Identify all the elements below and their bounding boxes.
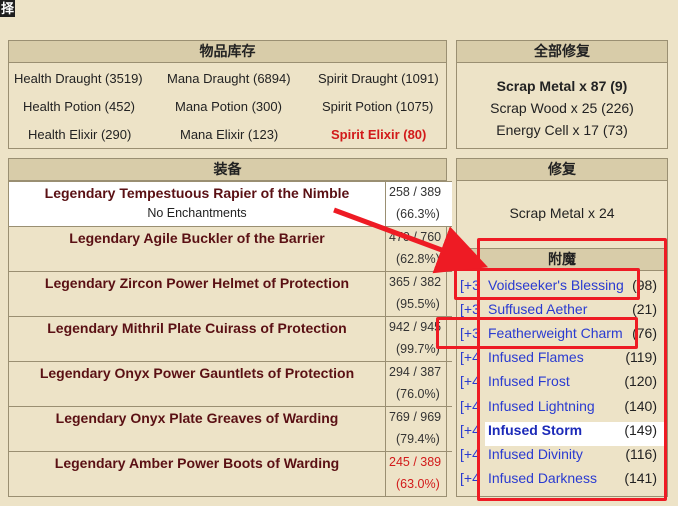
- equipment-name: Legendary Onyx Power Gauntlets of Protec…: [39, 365, 355, 381]
- equipment-percent: (76.0%): [396, 387, 440, 401]
- equipment-durability: 942 / 945: [389, 320, 442, 334]
- equipment-durability: 245 / 389: [389, 455, 442, 469]
- inventory-item[interactable]: Mana Elixir (123): [180, 127, 278, 142]
- repair-all-panel: 全部修复 Scrap Metal x 87 (9) Scrap Wood x 2…: [456, 40, 668, 149]
- equipment-name: Legendary Zircon Power Helmet of Protect…: [44, 275, 350, 291]
- annotation-box: [454, 268, 640, 300]
- equipment-name: Legendary Mithril Plate Cuirass of Prote…: [47, 320, 347, 336]
- equipment-percent: (79.4%): [396, 432, 440, 446]
- equipment-row[interactable]: Legendary Tempestuous Rapier of the Nimb…: [9, 181, 452, 226]
- equipment-title: 装备: [9, 159, 446, 181]
- equipment-name: Legendary Tempestuous Rapier of the Nimb…: [44, 185, 350, 201]
- equipment-durability: 470 / 760: [389, 230, 442, 244]
- equipment-enchant-status: No Enchantments: [147, 206, 247, 220]
- inventory-item[interactable]: Spirit Draught (1091): [318, 71, 439, 86]
- equipment-percent: (66.3%): [396, 207, 440, 221]
- repair-all-item[interactable]: Scrap Wood x 25 (226): [457, 100, 667, 116]
- inventory-item[interactable]: Spirit Potion (1075): [322, 99, 433, 114]
- repair-title: 修复: [457, 159, 667, 181]
- equipment-percent: (99.7%): [396, 342, 440, 356]
- equipment-row[interactable]: Legendary Onyx Plate Greaves of Warding …: [9, 406, 452, 451]
- equipment-durability: 294 / 387: [389, 365, 442, 379]
- inventory-item[interactable]: Mana Potion (300): [175, 99, 282, 114]
- equipment-name: Legendary Agile Buckler of the Barrier: [69, 230, 325, 246]
- repair-item[interactable]: Scrap Metal x 24: [457, 205, 667, 221]
- equipment-row[interactable]: Legendary Agile Buckler of the Barrier 4…: [9, 226, 452, 271]
- repair-all-item[interactable]: Energy Cell x 17 (73): [457, 122, 667, 138]
- equipment-percent: (62.8%): [396, 252, 440, 266]
- repair-all-item[interactable]: Scrap Metal x 87 (9): [457, 78, 667, 94]
- equipment-name: Legendary Amber Power Boots of Warding: [54, 455, 340, 471]
- inventory-title: 物品库存: [9, 41, 446, 63]
- corner-glyph: 择: [0, 0, 15, 17]
- inventory-item[interactable]: Health Elixir (290): [28, 127, 131, 142]
- equipment-row[interactable]: Legendary Zircon Power Helmet of Protect…: [9, 271, 452, 316]
- annotation-box: [436, 317, 638, 349]
- equipment-durability: 769 / 969: [389, 410, 442, 424]
- inventory-item-selected[interactable]: Spirit Elixir (80): [331, 127, 426, 142]
- inventory-item[interactable]: Mana Draught (6894): [167, 71, 291, 86]
- equipment-row[interactable]: Legendary Amber Power Boots of Warding 2…: [9, 451, 452, 496]
- equipment-panel: 装备 Legendary Tempestuous Rapier of the N…: [8, 158, 452, 497]
- repair-all-title: 全部修复: [457, 41, 667, 63]
- inventory-item[interactable]: Health Draught (3519): [14, 71, 143, 86]
- equipment-percent: (95.5%): [396, 297, 440, 311]
- equipment-row[interactable]: Legendary Mithril Plate Cuirass of Prote…: [9, 316, 452, 361]
- equipment-durability: 365 / 382: [389, 275, 442, 289]
- equipment-durability: 258 / 389: [389, 185, 442, 199]
- inventory-panel: 物品库存 Health Draught (3519) Mana Draught …: [8, 40, 447, 149]
- equipment-name: Legendary Onyx Plate Greaves of Warding: [55, 410, 339, 426]
- equipment-row[interactable]: Legendary Onyx Power Gauntlets of Protec…: [9, 361, 452, 406]
- inventory-item[interactable]: Health Potion (452): [23, 99, 135, 114]
- equipment-percent: (63.0%): [396, 477, 440, 491]
